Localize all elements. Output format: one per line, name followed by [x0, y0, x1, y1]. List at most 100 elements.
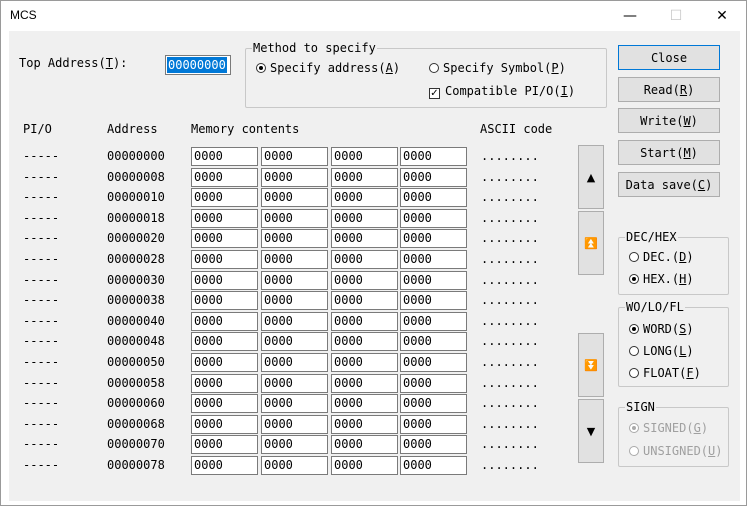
memory-cell-input[interactable]: 0000 [400, 353, 467, 372]
memory-cell-input[interactable]: 0000 [400, 456, 467, 475]
radio-unselected-icon [629, 252, 639, 262]
memory-cell-input[interactable]: 0000 [331, 270, 398, 290]
memory-cell-input[interactable]: 0000 [261, 311, 328, 331]
radio-selected-icon [629, 423, 639, 433]
word-long-float-group: WO/LO/FL WORD(S) LONG(L) FLOAT(F) [618, 300, 729, 387]
memory-cell-input[interactable]: 0000 [191, 373, 258, 393]
write-button[interactable]: Write(W) [618, 108, 720, 133]
page-up-button[interactable]: ⏫ [578, 211, 604, 275]
memory-cell-input[interactable]: 0000 [261, 435, 328, 455]
memory-cell-input[interactable]: 0000 [331, 147, 398, 166]
memory-cell-input[interactable]: 0000 [261, 167, 328, 187]
memory-cell-input[interactable]: 0000 [191, 435, 258, 455]
minimize-button[interactable]: — [607, 1, 653, 31]
row-pio: ----- [23, 416, 60, 431]
memory-cell-input[interactable]: 0000 [400, 270, 467, 290]
memory-cell-input[interactable]: 0000 [261, 208, 328, 228]
memory-cell-input[interactable]: 0000 [331, 229, 398, 249]
memory-cell-input[interactable]: 0000 [331, 394, 398, 414]
memory-cell-input[interactable]: 0000 [331, 208, 398, 228]
memory-cell-input[interactable]: 0000 [400, 229, 467, 249]
compatible-pio-checkbox[interactable]: ✓ Compatible PI/O(I) [429, 84, 575, 99]
memory-cell-input[interactable]: 0000 [261, 291, 328, 311]
memory-cell-input[interactable]: 0000 [191, 456, 258, 475]
memory-cell-input[interactable]: 0000 [400, 435, 467, 455]
maximize-icon: ☐ [669, 8, 683, 24]
column-header-ascii: ASCII code [480, 122, 553, 136]
row-ascii: ........ [481, 313, 539, 328]
memory-cell-input[interactable]: 0000 [400, 167, 467, 187]
row-pio: ----- [23, 437, 60, 452]
memory-cell-input[interactable]: 0000 [331, 250, 398, 269]
scroll-down-button[interactable]: ▼ [578, 399, 604, 463]
memory-cell-input[interactable]: 0000 [191, 250, 258, 269]
read-button[interactable]: Read(R) [618, 77, 720, 102]
memory-cell-input[interactable]: 0000 [191, 353, 258, 372]
memory-cell-input[interactable]: 0000 [331, 311, 398, 331]
float-radio[interactable]: FLOAT(F) [629, 366, 701, 380]
memory-cell-input[interactable]: 0000 [261, 332, 328, 352]
memory-cell-input[interactable]: 0000 [191, 414, 258, 434]
memory-cell-input[interactable]: 0000 [191, 270, 258, 290]
memory-cell-input[interactable]: 0000 [191, 188, 258, 208]
long-radio[interactable]: LONG(L) [629, 344, 694, 358]
memory-cell-input[interactable]: 0000 [191, 332, 258, 352]
memory-cell-input[interactable]: 0000 [191, 311, 258, 331]
memory-cell-input[interactable]: 0000 [400, 332, 467, 352]
memory-cell-input[interactable]: 0000 [191, 394, 258, 414]
memory-cell-input[interactable]: 0000 [261, 188, 328, 208]
data-save-button[interactable]: Data save(C) [618, 172, 720, 197]
memory-cell-input[interactable]: 0000 [331, 188, 398, 208]
memory-cell-input[interactable]: 0000 [261, 394, 328, 414]
memory-cell-input[interactable]: 0000 [400, 208, 467, 228]
memory-cell-input[interactable]: 0000 [261, 414, 328, 434]
size-legend: WO/LO/FL [625, 300, 685, 314]
memory-cell-input[interactable]: 0000 [261, 456, 328, 475]
memory-cell-input[interactable]: 0000 [331, 414, 398, 434]
memory-cell-input[interactable]: 0000 [261, 147, 328, 166]
memory-cell-input[interactable]: 0000 [331, 373, 398, 393]
memory-cell-input[interactable]: 0000 [261, 373, 328, 393]
memory-cell-input[interactable]: 0000 [400, 147, 467, 166]
memory-cell-input[interactable]: 0000 [400, 188, 467, 208]
row-address: 00000008 [107, 169, 165, 184]
close-button[interactable]: Close [618, 45, 720, 70]
dec-radio[interactable]: DEC.(D) [629, 250, 694, 264]
memory-cell-input[interactable]: 0000 [400, 394, 467, 414]
memory-cell-input[interactable]: 0000 [400, 311, 467, 331]
memory-cell-input[interactable]: 0000 [400, 414, 467, 434]
memory-cell-input[interactable]: 0000 [191, 291, 258, 311]
memory-cell-input[interactable]: 0000 [400, 291, 467, 311]
memory-cell-input[interactable]: 0000 [191, 147, 258, 166]
sign-group: SIGN SIGNED(G) UNSIGNED(U) [618, 400, 729, 467]
hex-radio[interactable]: HEX.(H) [629, 272, 694, 286]
top-address-input[interactable]: 00000000 [165, 55, 231, 75]
memory-cell-input[interactable]: 0000 [331, 456, 398, 475]
memory-cell-input[interactable]: 0000 [331, 291, 398, 311]
title-bar[interactable]: MCS — ☐ ✕ [1, 1, 746, 31]
memory-cell-input[interactable]: 0000 [331, 332, 398, 352]
start-button[interactable]: Start(M) [618, 140, 720, 165]
memory-cell-input[interactable]: 0000 [331, 167, 398, 187]
row-pio: ----- [23, 355, 60, 369]
row-address: 00000070 [107, 437, 165, 452]
memory-cell-input[interactable]: 0000 [261, 270, 328, 290]
scroll-up-button[interactable]: ▲ [578, 145, 604, 209]
specify-address-radio[interactable]: Specify address(A) [256, 61, 400, 75]
row-ascii: ........ [481, 293, 539, 308]
row-pio: ----- [23, 396, 60, 411]
memory-cell-input[interactable]: 0000 [261, 353, 328, 372]
memory-cell-input[interactable]: 0000 [400, 250, 467, 269]
specify-symbol-radio[interactable]: Specify Symbol(P) [429, 61, 566, 75]
memory-cell-input[interactable]: 0000 [400, 373, 467, 393]
word-radio[interactable]: WORD(S) [629, 322, 694, 336]
memory-cell-input[interactable]: 0000 [261, 229, 328, 249]
page-down-button[interactable]: ⏬ [578, 333, 604, 397]
memory-cell-input[interactable]: 0000 [191, 229, 258, 249]
memory-cell-input[interactable]: 0000 [191, 167, 258, 187]
memory-cell-input[interactable]: 0000 [261, 250, 328, 269]
memory-cell-input[interactable]: 0000 [331, 435, 398, 455]
close-window-button[interactable]: ✕ [699, 1, 745, 31]
memory-cell-input[interactable]: 0000 [191, 208, 258, 228]
memory-cell-input[interactable]: 0000 [331, 353, 398, 372]
